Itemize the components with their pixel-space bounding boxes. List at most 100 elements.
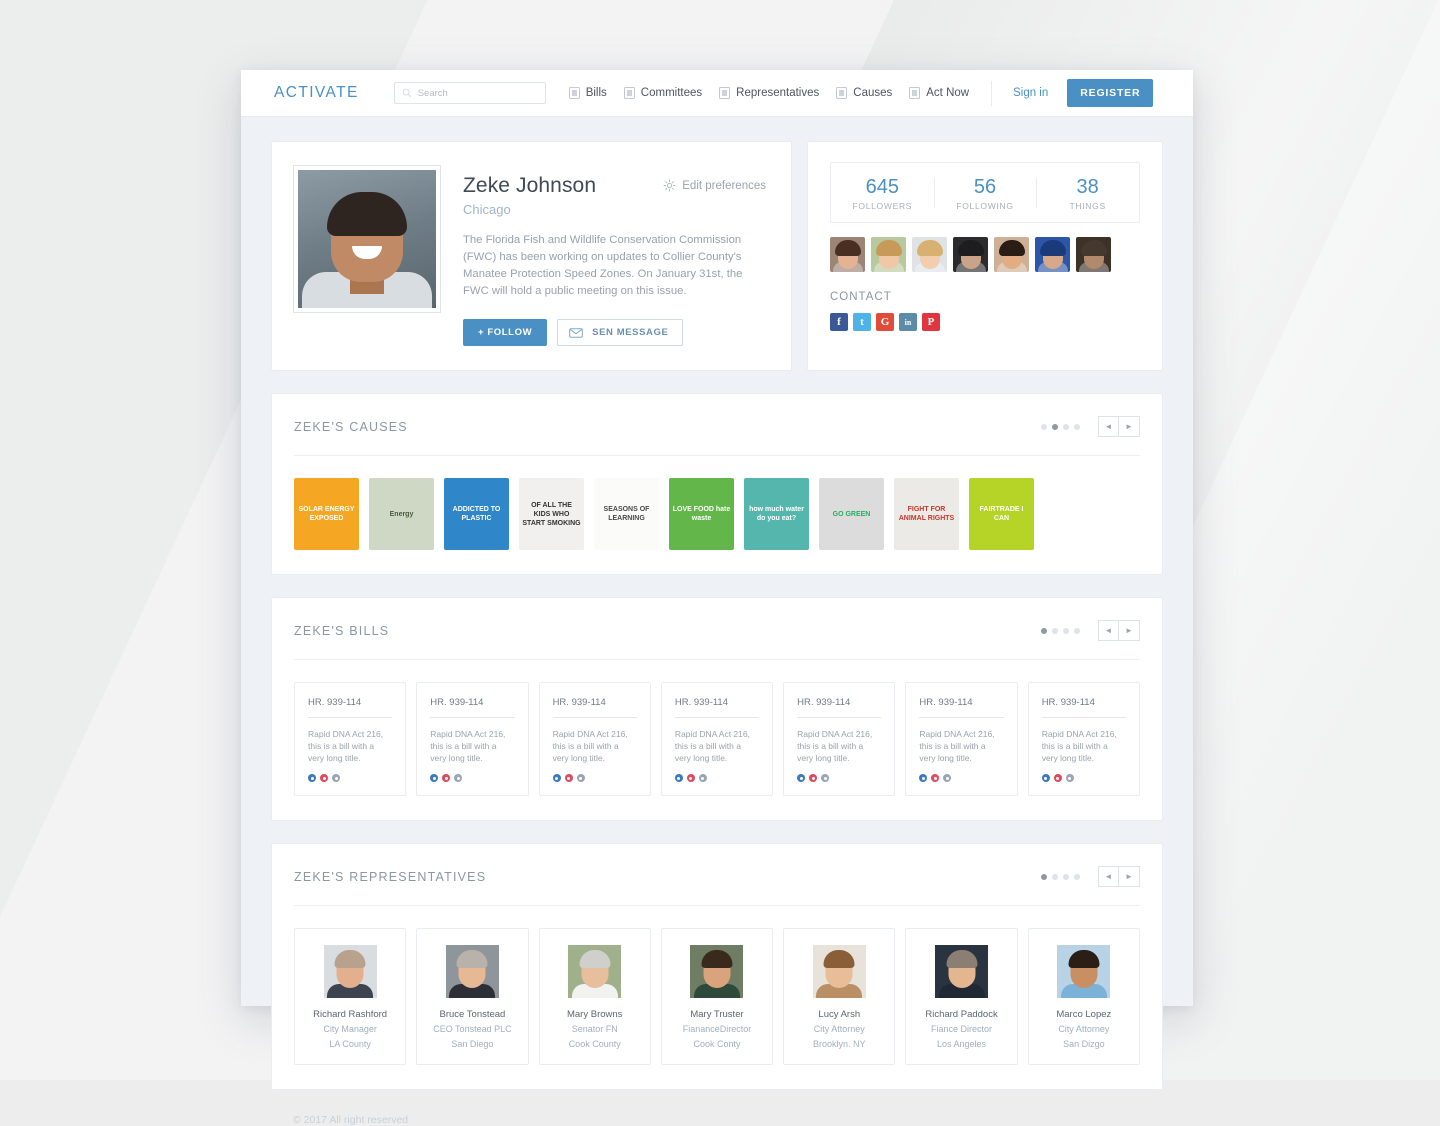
bill-status-dot-1[interactable]: [797, 774, 806, 782]
stat-following[interactable]: 56 FOLLOWING: [933, 175, 1037, 211]
causes-dot-2[interactable]: [1052, 423, 1058, 430]
facebook-icon[interactable]: f: [830, 313, 848, 331]
cause-card[interactable]: LOVE FOOD hate waste: [669, 478, 734, 550]
stat-label: FOLLOWERS: [852, 201, 913, 211]
brand-logo[interactable]: ACTIVATE: [274, 84, 359, 102]
next-arrow-icon: ►: [1125, 421, 1133, 431]
follow-button[interactable]: + FOLLOW: [463, 319, 548, 346]
representative-card[interactable]: Mary Truster FiananceDirector Cook Conty: [660, 928, 774, 1065]
cause-card[interactable]: SOLAR ENERGY EXPOSED: [294, 478, 359, 550]
send-message-button[interactable]: SEN MESSAGE: [557, 319, 684, 346]
bill-status-dot-1[interactable]: [674, 774, 683, 782]
bill-status-dot-1[interactable]: [308, 774, 316, 782]
bill-status-dot-1[interactable]: [919, 774, 928, 782]
causes-dot-4[interactable]: [1074, 423, 1080, 430]
bill-card[interactable]: HR. 939-114 Rapid DNA Act 216, this is a …: [660, 682, 774, 796]
cause-card[interactable]: SEASONS OF LEARNING: [594, 478, 659, 550]
representative-card[interactable]: Mary Browns Senator FN Cook County: [538, 928, 651, 1065]
stat-things[interactable]: 38 THINGS: [1036, 175, 1139, 211]
reps-dot-4[interactable]: [1074, 873, 1080, 880]
google-plus-icon[interactable]: G: [876, 313, 894, 331]
contact-heading: CONTACT: [830, 291, 892, 303]
cause-card[interactable]: ADDICTED TO PLASTIC: [444, 478, 509, 550]
representative-card[interactable]: Lucy Arsh City Attorney Brooklyn. NY: [783, 928, 896, 1065]
follower-avatar[interactable]: [953, 237, 988, 272]
reps-next-button[interactable]: ►: [1119, 866, 1140, 887]
cause-card[interactable]: how much water do you eat?: [744, 478, 809, 550]
causes-carousel-dots: [1041, 423, 1080, 430]
bill-card[interactable]: HR. 939-114 Rapid DNA Act 216, this is a …: [294, 682, 407, 796]
bill-status-dot-1[interactable]: [552, 774, 561, 782]
bill-card[interactable]: HR. 939-114 Rapid DNA Act 216, this is a …: [905, 682, 1018, 796]
nav-item-committees[interactable]: Committees: [623, 87, 702, 99]
bill-card[interactable]: HR. 939-114 Rapid DNA Act 216, this is a …: [538, 682, 651, 796]
bill-status-dot-2[interactable]: [1053, 774, 1062, 782]
bills-dot-1[interactable]: [1041, 627, 1047, 634]
causes-prev-button[interactable]: ◄: [1098, 416, 1119, 437]
bills-dot-4[interactable]: [1074, 627, 1080, 634]
nav-item-causes[interactable]: Causes: [836, 87, 892, 99]
cause-card[interactable]: GO GREEN: [819, 478, 884, 550]
search-box[interactable]: [393, 82, 546, 104]
pinterest-icon[interactable]: P: [922, 313, 940, 331]
cause-card[interactable]: OF ALL THE KIDS WHO START SMOKING: [519, 478, 584, 550]
causes-section-title: ZEKE'S CAUSES: [294, 419, 408, 434]
representative-avatar: [935, 945, 989, 998]
reps-dot-2[interactable]: [1052, 873, 1058, 880]
cause-title: FIGHT FOR ANIMAL RIGHTS: [898, 506, 955, 522]
bill-status-dot-2[interactable]: [686, 774, 695, 782]
follower-avatar[interactable]: [994, 237, 1029, 272]
bill-status-dot-3[interactable]: [698, 774, 707, 782]
nav-item-bills[interactable]: Bills: [568, 87, 607, 99]
sign-in-link[interactable]: Sign in: [1013, 87, 1048, 99]
stat-followers[interactable]: 645 FOLLOWERS: [831, 175, 934, 211]
follower-avatar[interactable]: [912, 237, 947, 272]
twitter-icon[interactable]: t: [853, 313, 871, 331]
bill-status-dot-3[interactable]: [332, 774, 340, 782]
bill-status-dot-2[interactable]: [442, 774, 451, 782]
bill-status-dot-1[interactable]: [1041, 774, 1050, 782]
cause-card[interactable]: Energy: [369, 478, 434, 550]
bill-status-dot-2[interactable]: [931, 774, 940, 782]
bills-dot-3[interactable]: [1063, 627, 1069, 634]
reps-dot-1[interactable]: [1041, 873, 1047, 880]
bill-status-dot-3[interactable]: [454, 774, 463, 782]
bill-card[interactable]: HR. 939-114 Rapid DNA Act 216, this is a …: [783, 682, 896, 796]
bill-status-dot-2[interactable]: [809, 774, 818, 782]
nav-item-representatives[interactable]: Representatives: [719, 87, 819, 99]
reps-prev-button[interactable]: ◄: [1098, 866, 1119, 887]
follower-avatar[interactable]: [1076, 237, 1111, 272]
causes-next-button[interactable]: ►: [1119, 416, 1140, 437]
bill-card[interactable]: HR. 939-114 Rapid DNA Act 216, this is a …: [416, 682, 529, 796]
causes-dot-1[interactable]: [1041, 423, 1047, 430]
bill-status-dot-1[interactable]: [430, 774, 439, 782]
linkedin-icon[interactable]: in: [899, 313, 917, 331]
representative-card[interactable]: Richard Paddock Fiance Director Los Angele…: [905, 928, 1018, 1065]
representative-avatar: [445, 945, 499, 998]
bill-status-dot-3[interactable]: [576, 774, 585, 782]
bills-next-button[interactable]: ►: [1119, 620, 1140, 641]
bill-status-dot-3[interactable]: [943, 774, 952, 782]
reps-dot-3[interactable]: [1063, 873, 1069, 880]
bills-prev-button[interactable]: ◄: [1098, 620, 1119, 641]
representative-card[interactable]: Richard Rashford City Manager LA County: [294, 928, 407, 1065]
bill-status-dot-3[interactable]: [1065, 774, 1074, 782]
representative-name: Marco Lopez: [1056, 1009, 1112, 1020]
follower-avatar[interactable]: [1035, 237, 1070, 272]
bill-status-dot-3[interactable]: [821, 774, 830, 782]
bills-dot-2[interactable]: [1052, 627, 1058, 634]
follower-avatar[interactable]: [871, 237, 906, 272]
bill-card[interactable]: HR. 939-114 Rapid DNA Act 216, this is a …: [1027, 682, 1140, 796]
follower-avatar[interactable]: [830, 237, 865, 272]
cause-card[interactable]: FIGHT FOR ANIMAL RIGHTS: [894, 478, 959, 550]
search-input[interactable]: [417, 87, 538, 99]
representative-card[interactable]: Marco Lopez City Attorney San Dizgo: [1027, 928, 1140, 1065]
representative-card[interactable]: Bruce Tonstead CEO Tonstead PLC San Diego: [416, 928, 529, 1065]
register-button[interactable]: REGISTER: [1067, 79, 1154, 107]
cause-card[interactable]: FAIRTRADE I CAN: [969, 478, 1034, 550]
bill-status-dot-2[interactable]: [320, 774, 328, 782]
nav-item-act-now[interactable]: Act Now: [909, 87, 969, 99]
edit-preferences-button[interactable]: Edit preferences: [663, 179, 766, 192]
causes-dot-3[interactable]: [1063, 423, 1069, 430]
bill-status-dot-2[interactable]: [564, 774, 573, 782]
